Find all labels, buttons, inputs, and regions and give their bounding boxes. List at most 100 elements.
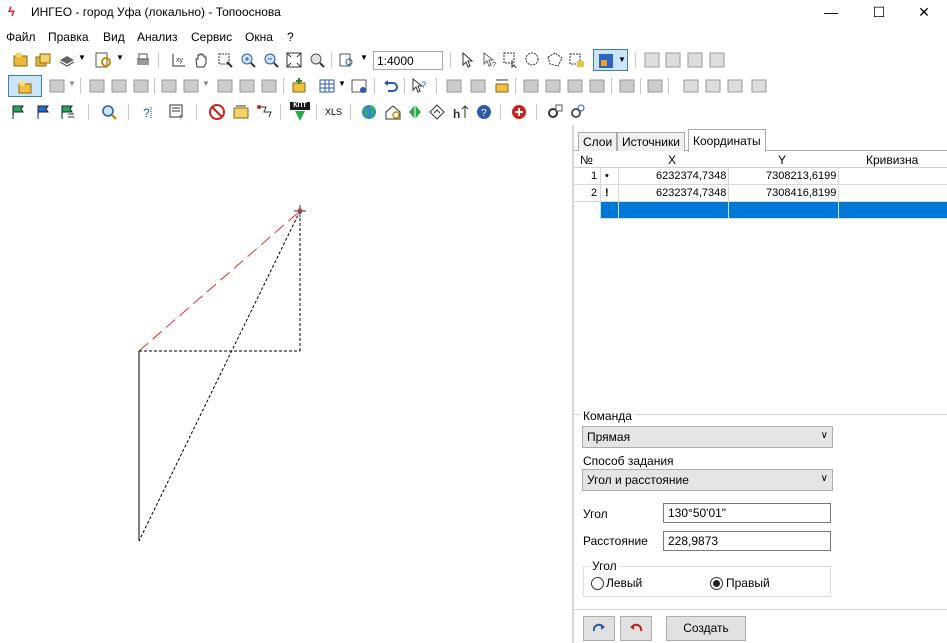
select-arrow-icon[interactable] [458,51,476,69]
snap-object-icon[interactable] [493,77,511,95]
route-icon[interactable] [256,103,274,121]
flag-icon[interactable] [10,103,28,121]
undo-button[interactable] [620,616,652,641]
measure-xy-icon[interactable]: xy [170,51,188,69]
edit-mode-button[interactable] [8,75,42,97]
plugin-add-icon[interactable] [510,103,528,121]
tab-strip: Слои Источники Координаты [574,129,947,152]
preview-icon[interactable] [94,51,112,69]
toolbar-separator [404,78,405,94]
toolbar-separator [635,52,636,68]
toolbar-separator [668,78,669,94]
pan-hand-icon[interactable] [192,51,210,69]
map-canvas[interactable] [0,125,572,643]
help-icon[interactable]: ? [475,103,493,121]
table-row-new[interactable] [600,202,947,219]
calendar-icon[interactable] [350,77,368,95]
app-icon: ϟ [8,4,15,19]
doc-new-icon [683,79,699,93]
undo-icon[interactable] [382,77,400,95]
col-header-curvature[interactable]: Кривизна [866,153,918,167]
select-query-icon[interactable]: ? [480,51,498,69]
no-entry-icon[interactable] [208,103,226,121]
zoom-rect-icon[interactable] [216,51,234,69]
distance-field[interactable]: 228,9873 [663,531,831,551]
query-icon[interactable]: ? [140,103,158,121]
active-tool-button[interactable]: ▼ [593,49,628,71]
right-radio-label[interactable]: Правый [726,576,770,590]
svg-text:?: ? [481,108,487,119]
direction-icon[interactable] [428,103,446,121]
tab-layers[interactable]: Слои [578,132,618,151]
undo-icon [630,623,643,632]
tab-coordinates[interactable]: Координаты [688,129,766,152]
menu-file[interactable]: Файл [6,30,36,44]
height-icon[interactable]: h [452,103,470,121]
maximize-button[interactable]: ☐ [856,0,902,26]
redo-button[interactable] [583,616,615,641]
menu-analysis[interactable]: Анализ [137,30,178,44]
settings-icon[interactable] [545,103,563,121]
menu-windows[interactable]: Окна [245,30,273,44]
search-icon[interactable] [100,103,118,121]
settings-search-icon[interactable] [568,103,586,121]
dropdown-arrow-icon[interactable]: ▼ [116,53,124,62]
zoom-extent-icon[interactable] [285,51,303,69]
angle-field[interactable]: 130°50'01" [663,503,831,523]
minimize-button[interactable]: — [808,0,854,26]
label-icon[interactable] [232,103,250,121]
dropdown-arrow-icon[interactable]: ▼ [78,53,86,62]
col-header-y[interactable]: Y [778,153,786,167]
add-object-icon[interactable] [290,77,308,95]
dropdown-arrow-icon[interactable]: ▼ [360,53,368,62]
table-icon[interactable] [318,77,336,95]
angle-label: Угол [583,507,608,521]
scale-input[interactable]: 1:4000 [373,51,443,70]
menu-help[interactable]: ? [287,30,294,44]
toolbar-separator [436,78,437,94]
folders-icon[interactable] [34,51,52,69]
zoom-out-icon[interactable] [262,51,280,69]
select-polygon-icon[interactable] [546,51,564,69]
zoom-in-icon[interactable] [239,51,257,69]
knp-button[interactable]: КПТ [290,102,310,122]
select-circle-icon[interactable] [524,51,542,69]
buffer-icon [647,79,663,93]
info-query-icon[interactable]: ? [410,77,428,95]
left-radio[interactable] [591,577,604,590]
col-header-num[interactable]: № [580,153,593,167]
command-select[interactable]: Прямая ∨ [582,426,833,448]
print-icon[interactable] [134,51,152,69]
report-icon[interactable]: ? [168,103,186,121]
select-layer-icon[interactable] [568,51,586,69]
zoom-previous-icon[interactable] [308,51,326,69]
home-search-icon[interactable] [384,103,402,121]
left-radio-label[interactable]: Левый [606,576,642,590]
layers-icon[interactable] [58,51,76,69]
create-button[interactable]: Создать [666,616,746,641]
col-header-x[interactable]: X [668,153,676,167]
table-row[interactable]: 2 ! 6232374,7348 7308416,8199 [574,185,947,202]
scale-zoom-icon[interactable] [338,51,356,69]
table-row[interactable]: 1 • 6232374,7348 7308213,6199 [574,168,947,185]
dropdown-arrow-icon[interactable]: ▼ [338,79,346,88]
menu-view[interactable]: Вид [103,30,125,44]
menu-service[interactable]: Сервис [191,30,232,44]
row-y[interactable]: 7308416,8199 [766,187,836,199]
flag-move-icon[interactable] [34,103,52,121]
select-rect-icon[interactable] [502,51,520,69]
xls-export-button[interactable]: XLS [325,107,342,117]
right-radio[interactable] [710,577,723,590]
flag-list-icon[interactable] [58,103,76,121]
row-y[interactable]: 7308213,6199 [766,170,836,182]
row-x[interactable]: 6232374,7348 [656,170,726,182]
row-x[interactable]: 6232374,7348 [656,187,726,199]
close-button[interactable]: ✕ [901,0,947,26]
tab-sources[interactable]: Источники [617,132,685,151]
open-folder-icon[interactable] [12,51,30,69]
selection-filter-icon [709,52,725,68]
method-select[interactable]: Угол и расстояние ∨ [582,469,833,491]
globe-icon[interactable] [360,103,378,121]
diamond-green-icon[interactable] [406,103,424,121]
menu-edit[interactable]: Правка [48,30,89,44]
